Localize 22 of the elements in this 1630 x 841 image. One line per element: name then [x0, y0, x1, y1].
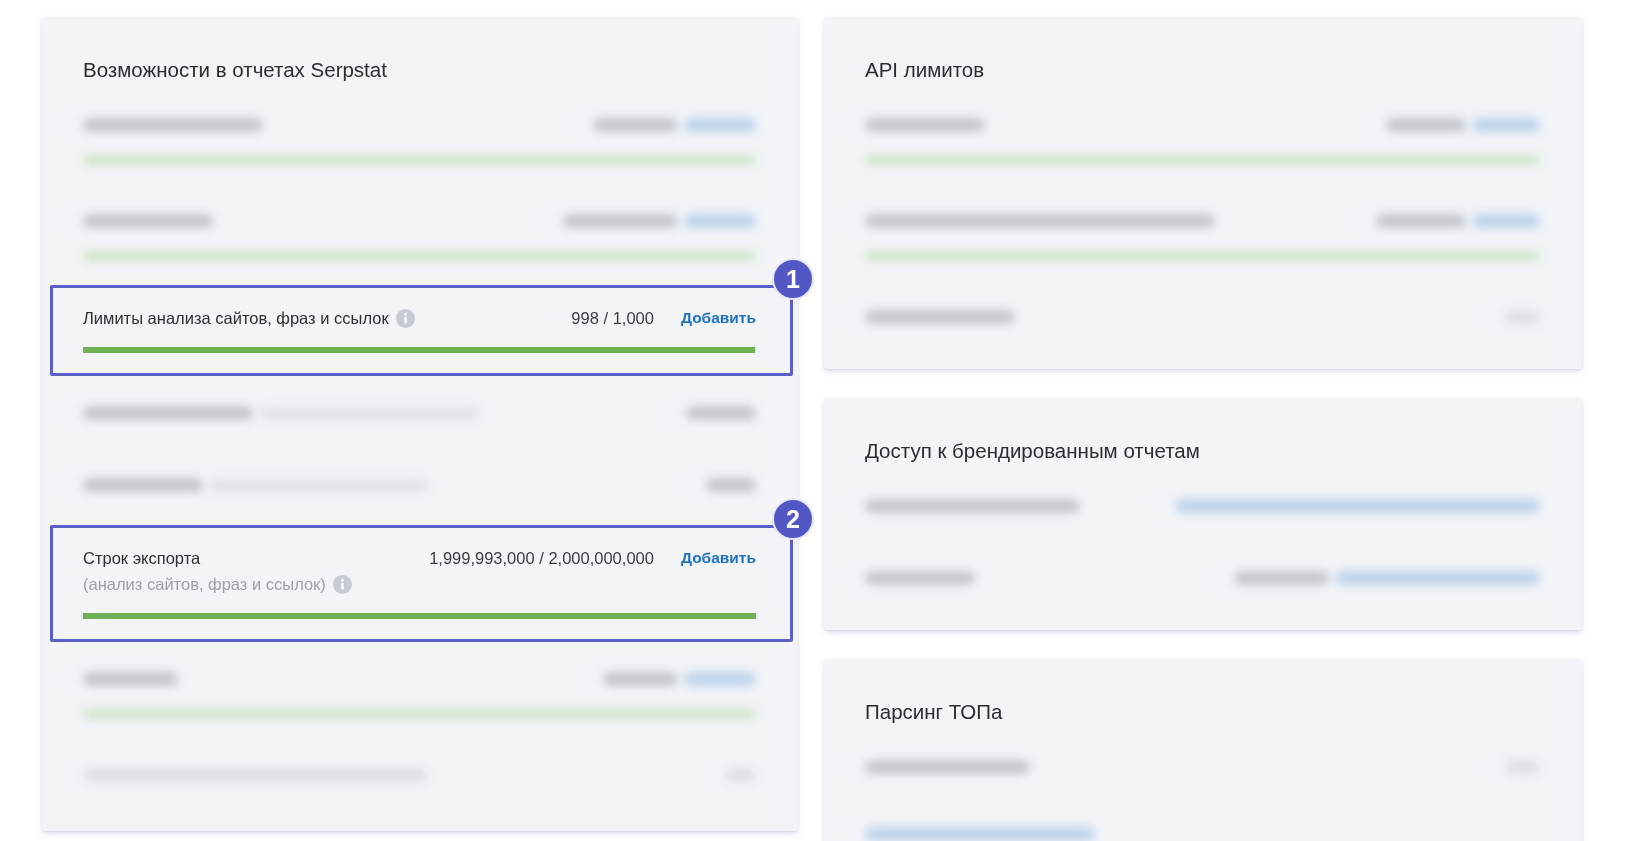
blurred-text [706, 478, 756, 492]
limit-note: (анализ сайтов, фраз и ссылок) [83, 574, 326, 595]
card-title: API лимитов [865, 58, 986, 82]
card-title: Парсинг ТОПа [865, 700, 1004, 724]
add-link[interactable]: Добавить [680, 545, 756, 571]
limit-reading: 1,999,993,000 / 2,000,000,000 [429, 548, 654, 569]
card-title: Доступ к брендированным отчетам [865, 439, 1201, 463]
limit-reading: 998 / 1,000 [571, 308, 654, 329]
blurred-text [684, 118, 756, 132]
callout-number: 2 [772, 498, 814, 540]
blurred-text [686, 406, 756, 420]
info-icon[interactable] [395, 308, 415, 328]
limit-label: Строк экспорта [83, 548, 201, 569]
limit-label: Лимиты анализа сайтов, фраз и ссылок [83, 308, 389, 329]
add-link[interactable]: Добавить [680, 305, 756, 331]
callout-number: 1 [772, 258, 814, 300]
info-icon[interactable] [332, 574, 352, 594]
blurred-text [684, 214, 756, 228]
blurred-text [1472, 214, 1540, 228]
blurred-text [1472, 118, 1540, 132]
blurred-text [684, 672, 756, 686]
card-title: Возможности в отчетах Serpstat [83, 58, 388, 82]
